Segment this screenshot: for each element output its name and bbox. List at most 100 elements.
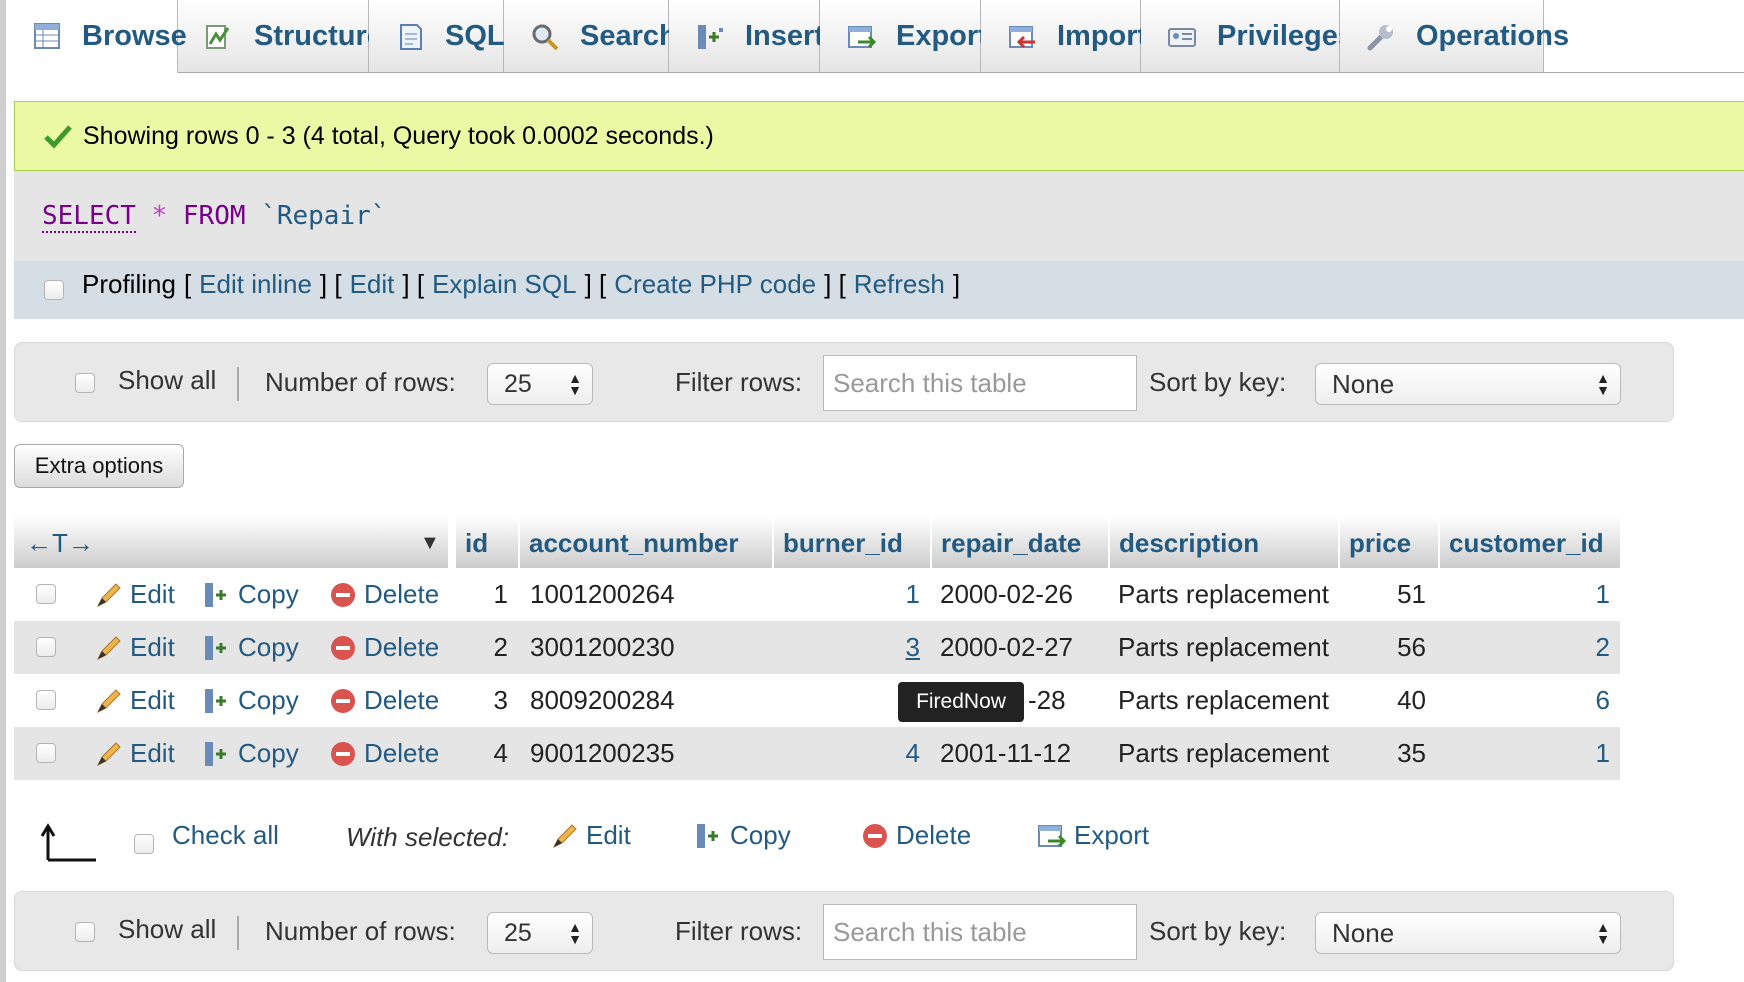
tab-structure[interactable]: Structure: [178, 0, 383, 73]
extra-options-button[interactable]: Extra options: [14, 444, 184, 488]
updown-icon: ▲ ▼: [568, 370, 582, 398]
cell-id: 2: [493, 632, 508, 662]
row-checkbox[interactable]: [36, 690, 56, 710]
table-row: Edit Copy Delete 4 9001200235 4 2001-11-…: [14, 727, 1620, 780]
cell-account-number: 8009200284: [530, 685, 675, 715]
column-header-description[interactable]: description: [1110, 516, 1338, 568]
edit-inline-link[interactable]: Edit inline: [199, 269, 312, 300]
cell-price: 56: [1397, 632, 1426, 662]
row-delete-button[interactable]: Delete: [328, 621, 439, 674]
show-all-label: Show all: [118, 914, 217, 944]
success-message: Showing rows 0 - 3 (4 total, Query took …: [14, 101, 1744, 171]
table-header-row: ←T→ ▼ id account_number burner_id repair…: [14, 516, 1620, 568]
row-delete-button[interactable]: Delete: [328, 727, 439, 780]
tab-label: Export: [896, 20, 988, 52]
cell-description: Parts replacement: [1118, 685, 1329, 715]
tab-operations[interactable]: Operations: [1340, 0, 1569, 73]
bulk-edit-button[interactable]: Edit: [550, 820, 631, 851]
tab-label: Structure: [254, 20, 383, 52]
row-edit-button[interactable]: Edit: [94, 568, 175, 621]
cell-customer-id-link[interactable]: 6: [1440, 674, 1610, 727]
refresh-link[interactable]: Refresh: [854, 269, 945, 300]
row-checkbox[interactable]: [36, 637, 56, 657]
tab-label: Import: [1057, 20, 1148, 52]
tab-privileges[interactable]: Privileges: [1141, 0, 1354, 73]
column-header-price[interactable]: price: [1340, 516, 1438, 568]
cell-repair-date: 2000-02-27: [940, 632, 1073, 662]
filter-rows-label: Filter rows:: [675, 916, 803, 946]
delete-icon: [331, 635, 355, 660]
row-copy-button[interactable]: Copy: [202, 674, 299, 727]
profiling-checkbox[interactable]: [44, 279, 64, 300]
resize-columns-icon[interactable]: ←T→: [26, 516, 94, 570]
filter-search-input[interactable]: Search this table: [823, 355, 1137, 411]
cell-customer-id-link[interactable]: 1: [1440, 568, 1610, 621]
copy-icon: [697, 823, 718, 848]
checkmark-icon: [44, 125, 72, 149]
bulk-delete-button[interactable]: Delete: [860, 820, 971, 851]
show-all-checkbox[interactable]: [75, 922, 95, 942]
row-edit-button[interactable]: Edit: [94, 674, 175, 727]
explain-sql-link[interactable]: Explain SQL: [432, 269, 577, 300]
dropdown-triangle-icon[interactable]: ▼: [420, 516, 440, 570]
cell-customer-id-link[interactable]: 2: [1440, 621, 1610, 674]
row-edit-button[interactable]: Edit: [94, 621, 175, 674]
tab-bar: Browse Structure SQL Search Insert Expor…: [6, 0, 1744, 73]
sql-keyword-from: FROM: [182, 201, 246, 231]
cell-burner-id-link[interactable]: 1: [774, 568, 920, 621]
row-copy-button[interactable]: Copy: [202, 621, 299, 674]
navigation-bar-top: Show all Number of rows: 25 ▲ ▼ Filter ro…: [14, 342, 1674, 422]
cell-customer-id-link[interactable]: 1: [1440, 727, 1610, 780]
row-copy-button[interactable]: Copy: [202, 568, 299, 621]
bulk-export-button[interactable]: Export: [1036, 820, 1149, 851]
tab-label: SQL: [445, 20, 505, 52]
column-header-customer-id[interactable]: customer_id: [1440, 516, 1620, 568]
tab-insert[interactable]: Insert: [669, 0, 824, 73]
row-checkbox[interactable]: [36, 584, 56, 604]
separator: [237, 367, 239, 401]
import-icon: [1007, 22, 1037, 52]
check-all-link[interactable]: Check all: [172, 820, 279, 851]
row-delete-button[interactable]: Delete: [328, 568, 439, 621]
tab-sql[interactable]: SQL: [369, 0, 505, 73]
column-header-account-number[interactable]: account_number: [520, 516, 772, 568]
export-icon: [1038, 824, 1067, 847]
sort-by-key-select[interactable]: None ▲ ▼: [1315, 912, 1621, 954]
sql-keyword-select[interactable]: SELECT: [42, 201, 136, 233]
cell-description: Parts replacement: [1118, 632, 1329, 662]
number-of-rows-select[interactable]: 25 ▲ ▼: [487, 912, 593, 954]
tab-export[interactable]: Export: [820, 0, 988, 73]
tab-search[interactable]: Search: [504, 0, 677, 73]
sort-by-key-select[interactable]: None ▲ ▼: [1315, 363, 1621, 405]
row-checkbox[interactable]: [36, 743, 56, 763]
cell-repair-date: -28: [1028, 685, 1066, 715]
row-delete-button[interactable]: Delete: [328, 674, 439, 727]
number-of-rows-select[interactable]: 25 ▲ ▼: [487, 363, 593, 405]
column-header-burner-id[interactable]: burner_id: [774, 516, 930, 568]
check-all-checkbox[interactable]: [134, 834, 154, 854]
cell-account-number: 9001200235: [530, 738, 675, 768]
cell-burner-id-link[interactable]: 4: [774, 727, 920, 780]
cell-burner-id-link[interactable]: 3: [774, 621, 920, 674]
sql-star: *: [151, 201, 168, 231]
column-header-id[interactable]: id: [456, 516, 518, 568]
edit-link[interactable]: Edit: [350, 269, 395, 300]
cell-description: Parts replacement: [1118, 579, 1329, 609]
wrench-icon: [1366, 22, 1396, 52]
tab-browse[interactable]: Browse: [6, 0, 187, 73]
burner-tooltip: FiredNow: [898, 682, 1024, 722]
create-php-code-link[interactable]: Create PHP code: [614, 269, 816, 300]
pencil-icon: [552, 823, 577, 848]
profiling-bar: Profiling [Edit inline] [Edit] [Explain …: [14, 261, 1744, 319]
copy-icon: [205, 582, 226, 607]
column-header-repair-date[interactable]: repair_date: [932, 516, 1108, 568]
show-all-checkbox[interactable]: [75, 373, 95, 393]
filter-search-input[interactable]: Search this table: [823, 904, 1137, 960]
tab-import[interactable]: Import: [981, 0, 1147, 73]
row-edit-button[interactable]: Edit: [94, 727, 175, 780]
tab-label: Browse: [82, 19, 187, 52]
bulk-copy-button[interactable]: Copy: [694, 820, 791, 851]
row-copy-button[interactable]: Copy: [202, 727, 299, 780]
cell-id: 3: [493, 685, 508, 715]
structure-icon: [204, 22, 234, 52]
